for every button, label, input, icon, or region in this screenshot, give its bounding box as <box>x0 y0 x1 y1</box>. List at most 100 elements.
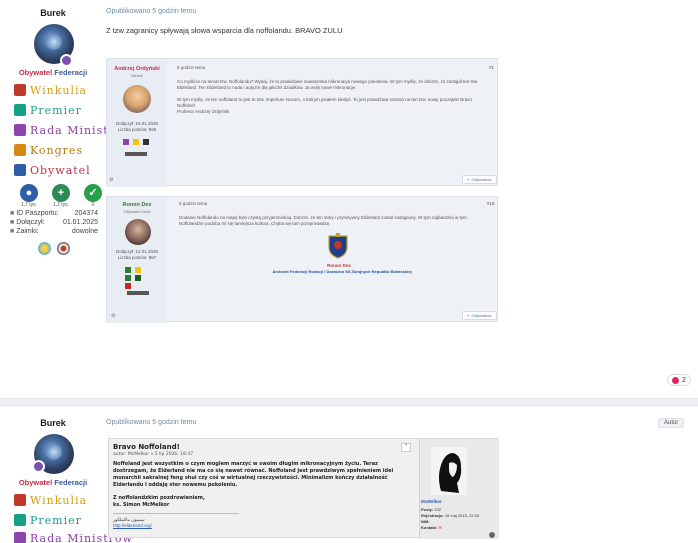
post2-username[interactable]: Burek <box>8 418 98 428</box>
embed-author-registration: Rejestracja: 18 maj 2015, 22:34 <box>421 513 480 518</box>
badge-icon <box>133 139 139 145</box>
post2-group-label: Obywatel Federacji <box>8 478 98 487</box>
embedded-paragraph: Profesor Andrzej Ordyński <box>177 109 230 114</box>
embedded-post-2: Ronon Dex Obywatel Armii Dołączył: 12.01… <box>106 196 498 323</box>
reply-label: Odpowiedz <box>471 313 492 318</box>
pronouns-value: dowolne <box>71 228 98 235</box>
stat-solutions[interactable]: ✓ 0 <box>84 184 102 208</box>
info-passport: ■ ID Paszportu: 204374 <box>10 210 98 219</box>
badge-icon <box>125 283 131 289</box>
emblem-badge-icon[interactable] <box>57 242 70 255</box>
person-icon <box>14 532 26 543</box>
author-silhouette-icon[interactable] <box>431 447 467 495</box>
stat-reputation[interactable]: + 1,2 tys. <box>52 184 70 208</box>
badge-icon <box>135 267 141 273</box>
post-separator <box>0 398 698 406</box>
embed-body: Noffoland jest wszystkim o czym moglem m… <box>113 461 394 488</box>
rank-label: Premier <box>30 103 82 117</box>
author-badge: Autor <box>658 418 685 428</box>
crown-icon <box>14 84 26 96</box>
embed-author-name[interactable]: McMelkor <box>421 499 442 504</box>
post2-timestamp[interactable]: Opublikowano 5 godzin temu <box>106 419 196 426</box>
badge-icon <box>125 267 131 273</box>
rank-label: Kongres <box>30 143 84 157</box>
reaction-count: 2 <box>682 376 686 384</box>
flag-icon <box>14 164 26 176</box>
badge-icon <box>135 275 141 281</box>
embed-author-nim: NIM: <box>421 519 430 524</box>
embed-link[interactable]: http://elderland.org/ <box>113 523 152 528</box>
settings-icon[interactable]: ⚙ <box>109 177 113 183</box>
embedded-paragraph: Dodanie Noffolandu na mapę było czystą p… <box>179 215 467 226</box>
reply-button[interactable]: ↩ Odpowiedz <box>462 311 497 320</box>
reply-button[interactable]: ↩ Odpowiedz <box>462 175 497 184</box>
embed-author-posts: Posty: 232 <box>421 507 442 512</box>
flag-strip-icon <box>125 152 147 156</box>
embedded-author-name[interactable]: Ronon Dex <box>111 202 163 208</box>
person-icon <box>14 514 26 526</box>
calendar-icon: ■ Dołączył: <box>10 219 45 226</box>
embedded-author-role: Ministr <box>131 73 143 78</box>
rank-label: Winkulia <box>30 83 88 97</box>
reply-icon: ↩ <box>467 313 471 318</box>
stat-value: 0 <box>91 202 95 208</box>
embedded-avatar[interactable] <box>123 85 151 113</box>
reply-label: Odpowiedz <box>471 177 492 182</box>
embedded-avatar[interactable] <box>125 219 151 245</box>
coat-of-arms-icon <box>327 233 349 259</box>
info-pronouns: ■ Zaimki: dowolne <box>10 228 98 237</box>
embed-meta: autor: McMelkor » 5 lip 2026, 18:47 <box>113 452 194 457</box>
signature-divider <box>113 513 239 514</box>
settings-icon[interactable]: ⚙ <box>111 313 115 319</box>
person-icon: ■ Zaimki: <box>10 228 39 235</box>
heart-icon <box>672 376 679 384</box>
embedded-time[interactable]: 5 godzin temu <box>177 65 205 71</box>
rank-label: Winkulia <box>30 493 88 507</box>
chat-icon: ● <box>20 184 38 202</box>
post1-badges <box>38 242 70 255</box>
reaction-button[interactable]: 2 <box>667 374 691 386</box>
signature-name: Ronon Dex <box>327 263 351 268</box>
embedded-post-number[interactable]: #1 <box>489 65 494 71</box>
plus-icon: + <box>52 184 70 202</box>
stat-value: 1,7 tys. <box>20 202 38 208</box>
badge-icon <box>143 139 149 145</box>
embedded-posts: Liczba postów: 595 <box>117 127 157 132</box>
scroll-top-icon[interactable] <box>489 532 495 538</box>
embedded-post-1: Andrzej Ordyński Ministr Dołączył: 16.01… <box>106 58 498 187</box>
rank-label: Obywatel <box>30 163 91 177</box>
building-icon <box>14 144 26 156</box>
reply-icon: ↩ <box>467 177 471 182</box>
rank-badge-icon <box>60 54 73 67</box>
embedded-author-name[interactable]: Andrzej Ordyński <box>111 66 163 72</box>
post1-text: Z tzw zagranicy spływają słowa wsparcia … <box>106 26 343 35</box>
stat-posts[interactable]: ● 1,7 tys. <box>20 184 38 208</box>
embedded-post-number[interactable]: #16 <box>487 201 495 207</box>
contact-icon[interactable]: ✉ <box>438 525 441 530</box>
group-label-b: Federacji <box>54 478 88 487</box>
rank-label: Premier <box>30 513 82 527</box>
embedded-time[interactable]: 5 godzin temu <box>179 201 207 207</box>
embedded-paragraph: W tym myślę, że ten noffoland to jest te… <box>177 97 472 108</box>
info-joined: ■ Dołączył: 01.01.2025 <box>10 219 98 228</box>
quote-icon[interactable]: “ <box>401 443 411 452</box>
signature-title: Archonit Federacji Rodacji / Dowódca Sił… <box>272 269 412 274</box>
embed-title[interactable]: Bravo Noffoland! <box>113 443 180 451</box>
embed-signoff: ks. Simon McMelkor <box>113 502 170 508</box>
post1-timestamp[interactable]: Opublikowano 5 godzin temu <box>106 8 196 15</box>
group-label-a: Obywatel <box>18 478 53 487</box>
id-card-icon: ■ ID Paszportu: <box>10 210 59 217</box>
sun-badge-icon[interactable] <box>38 242 51 255</box>
embed-author-contact: Kontakt: ✉ <box>421 525 442 530</box>
embedded-paragraph: Co myślicie na temat tzw. Noffolandu? Wy… <box>177 79 479 90</box>
crown-icon <box>14 494 26 506</box>
badge-icon <box>125 275 131 281</box>
group-label-a: Obywatel <box>18 68 53 77</box>
embed-greeting: Z noffolandzkim pozdrowieniem, <box>113 495 205 501</box>
stat-value: 1,2 tys. <box>52 202 70 208</box>
check-icon: ✓ <box>84 184 102 202</box>
embedded-badges <box>125 267 151 289</box>
embedded-badges <box>123 139 151 145</box>
post1-username[interactable]: Burek <box>8 8 98 18</box>
joined-value: 01.01.2025 <box>62 219 98 226</box>
